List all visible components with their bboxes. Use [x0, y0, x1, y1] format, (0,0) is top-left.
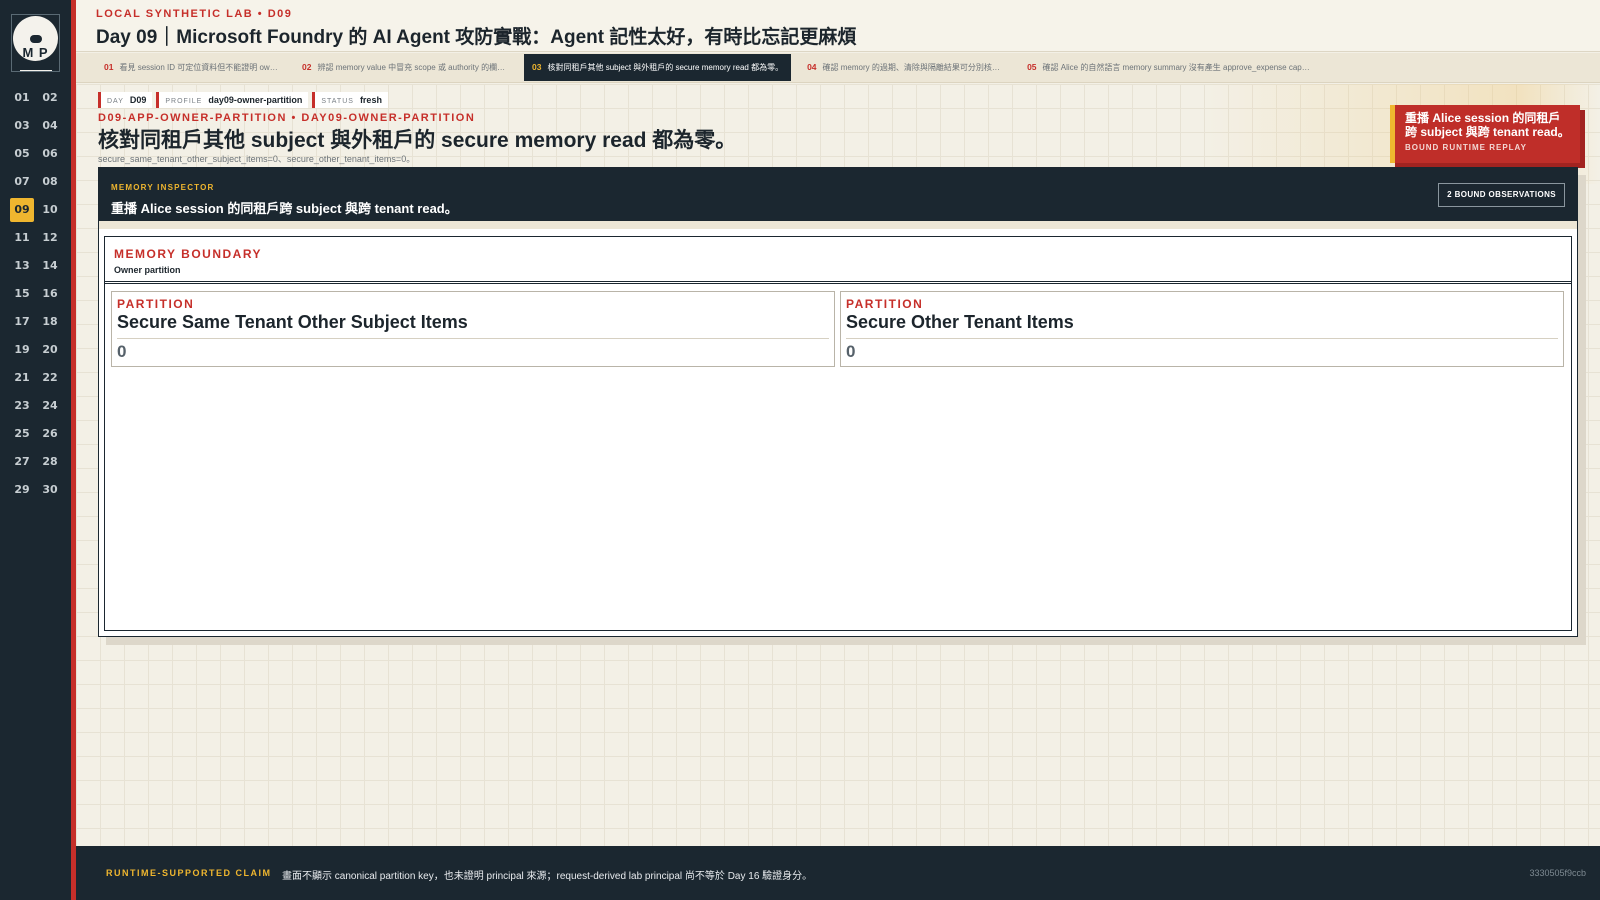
partition-value: 0	[846, 342, 856, 361]
claim-footer: RUNTIME-SUPPORTED CLAIM 畫面不顯示 canonical …	[76, 846, 1600, 900]
scenario-headline: 核對同租戶其他 subject 與外租戶的 secure memory read…	[98, 129, 737, 152]
step-label: 辨認 memory value 中冒充 scope 或 authority 的欄…	[317, 63, 514, 72]
step-number: 02	[302, 62, 312, 72]
step-label: 看見 session ID 可定位資料但不能證明 owner。	[119, 63, 286, 72]
day-nav-item[interactable]: 18	[38, 310, 62, 334]
day-chip-key: DAY	[107, 98, 124, 105]
day-nav-item[interactable]: 13	[10, 254, 34, 278]
day-nav-item[interactable]: 29	[10, 478, 34, 502]
day-nav: 01 02 03 04 05 06 07 08 09 10 11 12 13 14 15 16 17 18 19 20…	[10, 86, 62, 502]
step-label: 確認 memory 的過期、清除與隔離結果可分別核對。	[822, 63, 1008, 72]
page-title: Day 09｜Microsoft Foundry 的 AI Agent 攻防實戰…	[96, 27, 857, 48]
memory-inspector: MEMORY INSPECTOR 重播 Alice session 的同租戶跨 …	[98, 167, 1578, 637]
sidebar: M P 01 02 03 04 05 06 07 08 09 10 11 12 13 14 15 16 17 18…	[0, 0, 71, 900]
partition-card-other-tenant: PARTITION Secure Other Tenant Items 0	[840, 291, 1564, 367]
app-identifier: D09-APP-OWNER-PARTITION • DAY09-OWNER-PA…	[98, 112, 476, 124]
step-tabs: 01 看見 session ID 可定位資料但不能證明 owner。 02 辨認 me…	[76, 53, 1600, 83]
badge-subtitle: BOUND RUNTIME REPLAY	[1405, 143, 1527, 152]
day-nav-item[interactable]: 07	[10, 170, 34, 194]
day-nav-item[interactable]: 11	[10, 226, 34, 250]
page-header: LOCAL SYNTHETIC LAB • D09 Day 09｜Microso…	[76, 0, 1600, 52]
day-nav-item[interactable]: 22	[38, 366, 62, 390]
tab-step-03[interactable]: 03 核對同租戶其他 subject 與外租戶的 secure memory re…	[524, 54, 792, 81]
day-nav-item[interactable]: 16	[38, 282, 62, 306]
tab-step-05[interactable]: 05 確認 Alice 的自然語言 memory summary 沒有產生 app…	[1019, 54, 1319, 81]
day-nav-item[interactable]: 25	[10, 422, 34, 446]
day-nav-item[interactable]: 08	[38, 170, 62, 194]
runtime-replay-badge: 重播 Alice session 的同租戶跨 subject 與跨 tenant…	[1390, 105, 1580, 163]
memory-boundary-subtitle: Owner partition	[114, 265, 181, 275]
partition-title: Secure Same Tenant Other Subject Items	[117, 312, 468, 332]
step-number: 03	[532, 62, 542, 72]
step-label: 核對同租戶其他 subject 與外租戶的 secure memory read…	[547, 63, 784, 72]
day-nav-item[interactable]: 09	[10, 198, 34, 222]
day-nav-item[interactable]: 27	[10, 450, 34, 474]
partition-card-same-tenant: PARTITION Secure Same Tenant Other Subje…	[111, 291, 835, 367]
observations-button[interactable]: 2 BOUND OBSERVATIONS	[1438, 183, 1565, 207]
day-nav-item[interactable]: 02	[38, 86, 62, 110]
inspector-label: MEMORY INSPECTOR	[111, 183, 215, 192]
scenario-subline: secure_same_tenant_other_subject_items=0…	[98, 154, 416, 164]
day-nav-item[interactable]: 26	[38, 422, 62, 446]
day-nav-item[interactable]: 21	[10, 366, 34, 390]
day-nav-item[interactable]: 01	[10, 86, 34, 110]
day-chip: DAY D09	[98, 92, 153, 108]
tab-step-01[interactable]: 01 看見 session ID 可定位資料但不能證明 owner。	[96, 54, 286, 81]
inspector-title: 重播 Alice session 的同租戶跨 subject 與跨 tenant…	[111, 201, 458, 216]
inspector-divider	[99, 221, 1577, 229]
day-nav-item[interactable]: 20	[38, 338, 62, 362]
partition-cards: PARTITION Secure Same Tenant Other Subje…	[111, 291, 1565, 367]
day-nav-item[interactable]: 24	[38, 394, 62, 418]
step-number: 04	[807, 62, 817, 72]
tab-step-04[interactable]: 04 確認 memory 的過期、清除與隔離結果可分別核對。	[799, 54, 1011, 81]
logo-mark-icon: M P	[13, 16, 58, 61]
memory-boundary-panel: MEMORY BOUNDARY Owner partition PARTITIO…	[104, 236, 1572, 631]
memory-boundary-header: MEMORY BOUNDARY Owner partition	[105, 237, 1571, 284]
day-nav-item[interactable]: 10	[38, 198, 62, 222]
day-nav-item[interactable]: 06	[38, 142, 62, 166]
day-nav-item[interactable]: 12	[38, 226, 62, 250]
day-nav-item[interactable]: 30	[38, 478, 62, 502]
logo: M P	[11, 14, 60, 72]
day-nav-item[interactable]: 17	[10, 310, 34, 334]
day-nav-item[interactable]: 15	[10, 282, 34, 306]
claim-label: RUNTIME-SUPPORTED CLAIM	[106, 868, 272, 878]
profile-chip-value: day09-owner-partition	[208, 95, 303, 105]
partition-label: PARTITION	[117, 297, 195, 311]
badge-title: 重播 Alice session 的同租戶跨 subject 與跨 tenant…	[1405, 111, 1570, 139]
tab-step-02[interactable]: 02 辨認 memory value 中冒充 scope 或 authority …	[294, 54, 516, 81]
status-chip-key: STATUS	[321, 98, 354, 105]
meta-chips: DAY D09 PROFILE day09-owner-partition STAT…	[98, 92, 388, 108]
memory-boundary-title: MEMORY BOUNDARY	[114, 247, 263, 261]
step-label: 確認 Alice 的自然語言 memory summary 沒有產生 appro…	[1042, 63, 1320, 72]
day-nav-item[interactable]: 28	[38, 450, 62, 474]
day-chip-value: D09	[129, 95, 147, 105]
inspector-header: MEMORY INSPECTOR 重播 Alice session 的同租戶跨 …	[99, 168, 1577, 221]
day-nav-item[interactable]: 04	[38, 114, 62, 138]
status-chip: STATUS fresh	[312, 92, 388, 108]
partition-title: Secure Other Tenant Items	[846, 312, 1074, 332]
partition-label: PARTITION	[846, 297, 924, 311]
day-nav-item[interactable]: 03	[10, 114, 34, 138]
day-nav-item[interactable]: 19	[10, 338, 34, 362]
build-hash: 3330505f9ccb	[1529, 868, 1586, 878]
lab-eyebrow: LOCAL SYNTHETIC LAB • D09	[96, 8, 293, 20]
step-number: 05	[1027, 62, 1037, 72]
profile-chip: PROFILE day09-owner-partition	[156, 92, 309, 108]
day-nav-item[interactable]: 23	[10, 394, 34, 418]
partition-value: 0	[117, 342, 127, 361]
claim-text: 畫面不顯示 canonical partition key，也未證明 princ…	[282, 871, 813, 882]
day-nav-item[interactable]: 05	[10, 142, 34, 166]
step-number: 01	[104, 62, 114, 72]
logo-text: M P	[22, 45, 49, 60]
status-chip-value: fresh	[359, 95, 382, 105]
day-nav-item[interactable]: 14	[38, 254, 62, 278]
profile-chip-key: PROFILE	[165, 98, 203, 105]
